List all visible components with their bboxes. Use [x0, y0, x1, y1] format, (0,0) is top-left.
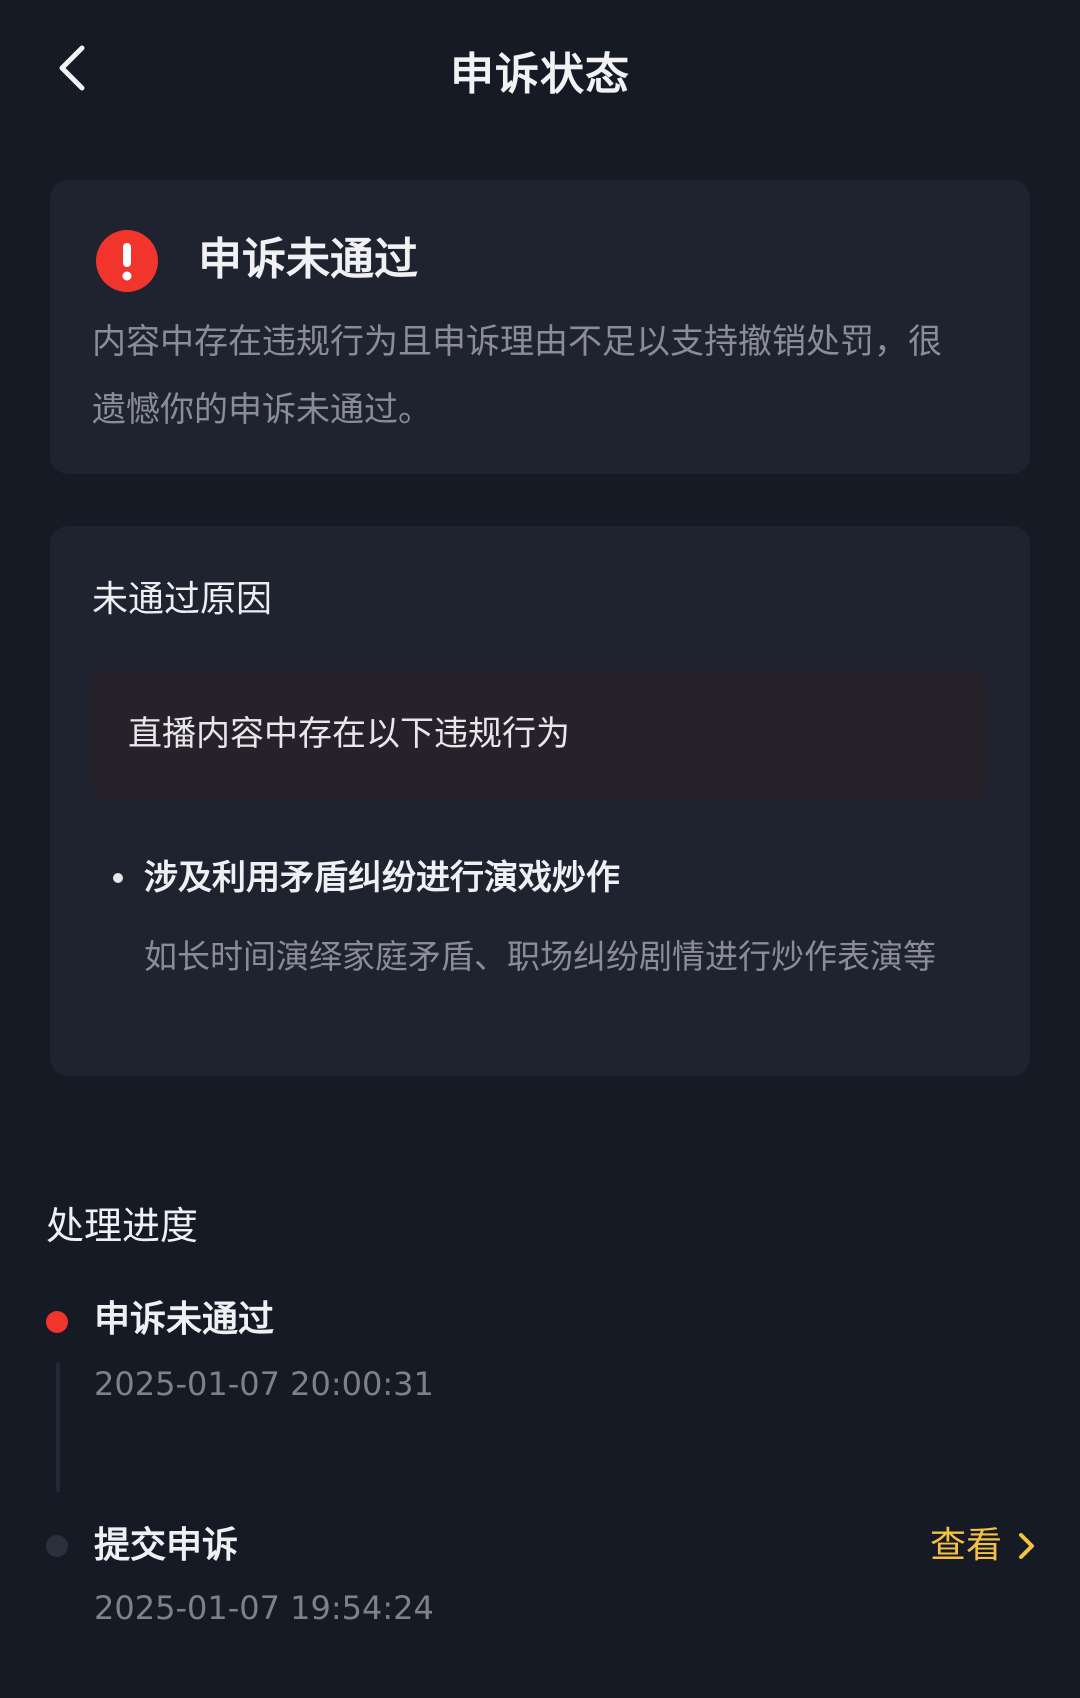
view-label: 查看 [929, 1525, 1002, 1566]
violation-item-title: 涉及利用矛盾纠纷进行演戏炒作 [144, 858, 620, 898]
status-card: 申诉未通过 内容中存在违规行为且申诉理由不足以支持撤销处罚，很遗憾你的申诉未通过… [50, 180, 1030, 474]
bullet-icon [113, 873, 123, 883]
step-title-submitted: 提交申诉 [94, 1525, 239, 1566]
step-title-rejected: 申诉未通过 [94, 1299, 275, 1340]
timeline-dot-active-icon [46, 1311, 68, 1333]
view-submission-button[interactable]: 查看 [930, 1520, 1038, 1572]
timeline-dot-inactive-icon [46, 1535, 68, 1557]
status-title: 申诉未通过 [198, 234, 418, 285]
alert-circle-icon [96, 230, 158, 292]
top-nav-bar: 申诉状态 [0, 0, 1080, 140]
reason-card: 未通过原因 直播内容中存在以下违规行为 涉及利用矛盾纠纷进行演戏炒作 如长时间演… [50, 526, 1030, 1076]
chevron-right-icon [1019, 1533, 1034, 1559]
reason-summary-box: 直播内容中存在以下违规行为 [92, 670, 988, 800]
exclamation-glyph [122, 243, 132, 281]
status-description: 内容中存在违规行为且申诉理由不足以支持撤销处罚，很遗憾你的申诉未通过。 [92, 322, 942, 430]
step-time-rejected: 2025-01-07 20:00:31 [94, 1365, 434, 1403]
violation-item-description: 如长时间演绎家庭矛盾、职场纠纷剧情进行炒作表演等 [144, 937, 936, 976]
timeline-connector [56, 1362, 60, 1492]
page-title: 申诉状态 [450, 49, 630, 100]
reason-section-title: 未通过原因 [92, 579, 273, 620]
progress-section-title: 处理进度 [46, 1204, 199, 1248]
step-time-submitted: 2025-01-07 19:54:24 [94, 1589, 434, 1627]
reason-summary-text: 直播内容中存在以下违规行为 [128, 714, 570, 754]
